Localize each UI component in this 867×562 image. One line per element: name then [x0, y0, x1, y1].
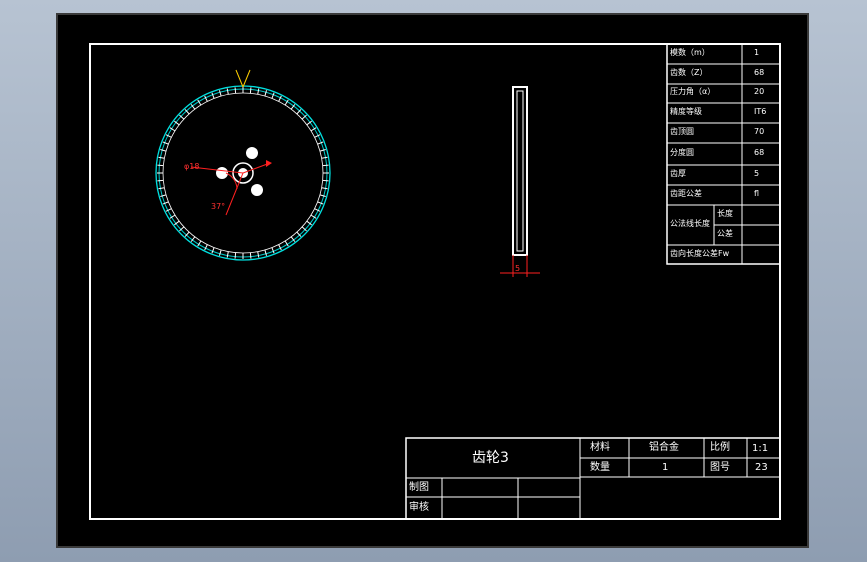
scale-label: 比例 — [710, 442, 730, 453]
gear-tooth — [162, 141, 169, 145]
dim-angle: 37° — [211, 202, 226, 211]
crosshair-left — [235, 69, 244, 88]
side-view-inner — [516, 90, 524, 252]
gear-tooth — [157, 179, 164, 182]
gear-front-view — [155, 69, 331, 261]
drawing-no-label: 图号 — [710, 462, 730, 473]
gear-tooth — [249, 252, 252, 259]
param-value: 68 — [754, 148, 765, 157]
param-sub-label: 公差 — [717, 229, 733, 238]
gear-tooth — [234, 252, 237, 259]
param-label: 压力角（α） — [670, 87, 716, 96]
param-value: 1 — [754, 48, 760, 57]
gear-tooth — [226, 251, 229, 258]
dim-side-thickness: 5 — [515, 264, 521, 273]
gear-tooth — [271, 247, 275, 254]
param-value: 70 — [754, 127, 765, 136]
param-value: 20 — [754, 87, 765, 96]
param-value: IT6 — [754, 107, 767, 116]
param-value: 68 — [754, 68, 765, 77]
gear-tooth — [319, 148, 326, 152]
dim-arrow — [266, 160, 272, 167]
gear-tooth — [322, 164, 329, 167]
gear-tooth — [264, 249, 268, 256]
gear-side-view — [500, 86, 540, 277]
gear-tooth — [158, 156, 165, 159]
gear-tooth — [264, 90, 268, 97]
mounting-hole-3 — [251, 184, 263, 196]
gear-tooth — [157, 164, 164, 167]
gear-tooth — [322, 179, 329, 182]
gear-tooth — [321, 187, 328, 190]
gear-tooth — [257, 88, 260, 95]
quantity-label: 数量 — [590, 462, 610, 473]
material-label: 材料 — [590, 442, 610, 453]
gear-tooth — [162, 201, 169, 205]
check-label: 审核 — [409, 502, 429, 513]
dim-bolt-circle: φ18 — [184, 162, 200, 171]
param-value: 5 — [754, 169, 760, 178]
param-label: 齿向长度公差Fw — [670, 249, 730, 258]
gear-tooth — [158, 187, 165, 190]
scale-value: 1:1 — [752, 443, 769, 454]
gear-tooth — [319, 194, 326, 198]
param-value: fl — [754, 189, 760, 198]
drawing-no-value: 23 — [755, 462, 768, 473]
gear-tooth — [218, 249, 222, 256]
gear-tooth — [317, 141, 324, 145]
gear-tooth — [257, 251, 260, 258]
param-label: 齿顶圆 — [670, 127, 694, 136]
dim-arc — [225, 172, 238, 190]
gear-tooth — [211, 92, 215, 99]
gear-tooth — [271, 92, 275, 99]
material-value: 铝合金 — [649, 442, 679, 453]
part-name: 齿轮3 — [472, 450, 509, 466]
param-label: 公法线长度 — [670, 219, 710, 228]
crosshair-right — [242, 69, 251, 88]
side-view-outer — [512, 86, 528, 256]
param-label: 齿厚 — [670, 169, 686, 178]
param-label: 分度圆 — [670, 148, 694, 157]
gear-tooth — [160, 148, 167, 152]
drawing-sheet: 模数（m） 1 齿数（Z） 68 压力角（α） 20 精度等级 IT6 齿顶圆 70 分度圆 68 齿厚… — [56, 13, 809, 548]
gear-tooth — [218, 90, 222, 97]
gear-tooth — [160, 194, 167, 198]
quantity-value: 1 — [662, 462, 669, 473]
param-sub-label: 长度 — [717, 209, 733, 218]
gear-tooth — [226, 88, 229, 95]
gear-tooth — [321, 156, 328, 159]
param-label: 精度等级 — [670, 107, 702, 116]
drawn-label: 制图 — [409, 482, 429, 493]
mounting-hole-1 — [246, 147, 258, 159]
gear-tooth — [234, 87, 237, 94]
gear-tooth — [249, 87, 252, 94]
param-label: 齿数（Z） — [670, 68, 708, 77]
param-label: 齿距公差 — [670, 189, 702, 198]
param-label: 模数（m） — [670, 48, 710, 57]
gear-tooth — [317, 201, 324, 205]
gear-tooth — [211, 247, 215, 254]
